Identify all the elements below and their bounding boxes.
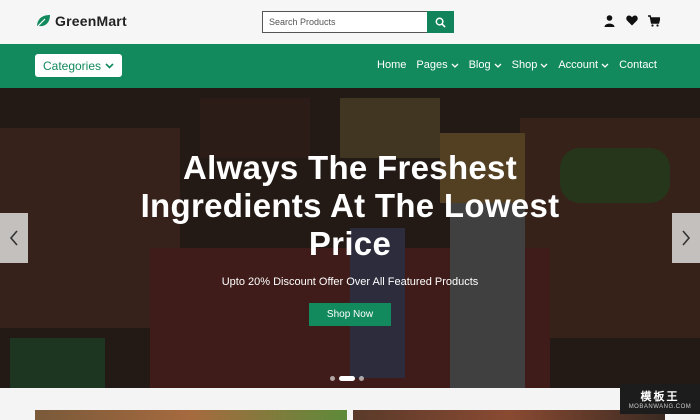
nav-item-label: Account: [558, 59, 599, 71]
nav-item-label: Blog: [468, 59, 491, 71]
hero-slider: Always The Freshest Ingredients At The L…: [0, 88, 700, 388]
nav-item-shop[interactable]: Shop: [512, 59, 549, 71]
watermark-url: MOBANWANG.COM: [628, 404, 692, 410]
categories-button[interactable]: Categories: [35, 54, 122, 77]
chevron-down-icon: [601, 63, 609, 68]
slider-dot[interactable]: [359, 376, 364, 381]
nav-item-blog[interactable]: Blog: [469, 59, 502, 71]
chevron-right-icon: [682, 230, 691, 246]
shop-now-button[interactable]: Shop Now: [309, 303, 391, 326]
cart-icon[interactable]: [648, 15, 660, 27]
nav-item-pages[interactable]: Pages: [416, 59, 459, 71]
search-bar: [262, 11, 454, 33]
slider-dots: [330, 376, 364, 381]
promo-card[interactable]: [353, 410, 665, 420]
slider-dot[interactable]: [330, 376, 335, 381]
categories-label: Categories: [42, 58, 102, 73]
slider-next-button[interactable]: [672, 213, 700, 263]
nav-item-contact[interactable]: Contact: [619, 59, 657, 71]
nav-menu: Home Pages Blog Shop Account Contact: [377, 59, 657, 71]
nav-item-label: Pages: [416, 59, 448, 71]
heart-icon[interactable]: [626, 15, 638, 27]
chevron-down-icon: [451, 63, 459, 68]
search-input[interactable]: [262, 11, 427, 33]
header-icons: [604, 15, 660, 27]
chevron-down-icon: [540, 63, 548, 68]
search-icon: [435, 17, 446, 28]
nav-item-label: Contact: [619, 59, 657, 71]
main-nav: Categories Home Pages Blog Shop Account …: [0, 44, 700, 88]
slider-prev-button[interactable]: [0, 213, 28, 263]
brand-name: GreenMart: [55, 13, 127, 29]
top-header: GreenMart: [0, 0, 700, 44]
nav-item-account[interactable]: Account: [558, 59, 609, 71]
content-strip: [0, 388, 700, 420]
chevron-down-icon: [105, 62, 114, 69]
nav-item-label: Home: [377, 59, 407, 71]
hero-subtitle: Upto 20% Discount Offer Over All Feature…: [221, 276, 479, 288]
nav-item-label: Shop: [511, 59, 538, 71]
brand-logo[interactable]: GreenMart: [35, 13, 127, 29]
watermark-logo: 模板王 MOBANWANG.COM: [620, 384, 700, 414]
watermark-main: 模板王: [640, 391, 680, 403]
user-icon[interactable]: [604, 15, 616, 27]
nav-item-home[interactable]: Home: [377, 59, 406, 71]
promo-card[interactable]: [35, 410, 347, 420]
chevron-down-icon: [494, 63, 502, 68]
slider-dot-active[interactable]: [339, 376, 355, 381]
chevron-left-icon: [9, 230, 18, 246]
leaf-icon: [36, 15, 50, 28]
search-button[interactable]: [427, 11, 454, 33]
hero-title: Always The Freshest Ingredients At The L…: [140, 149, 560, 262]
